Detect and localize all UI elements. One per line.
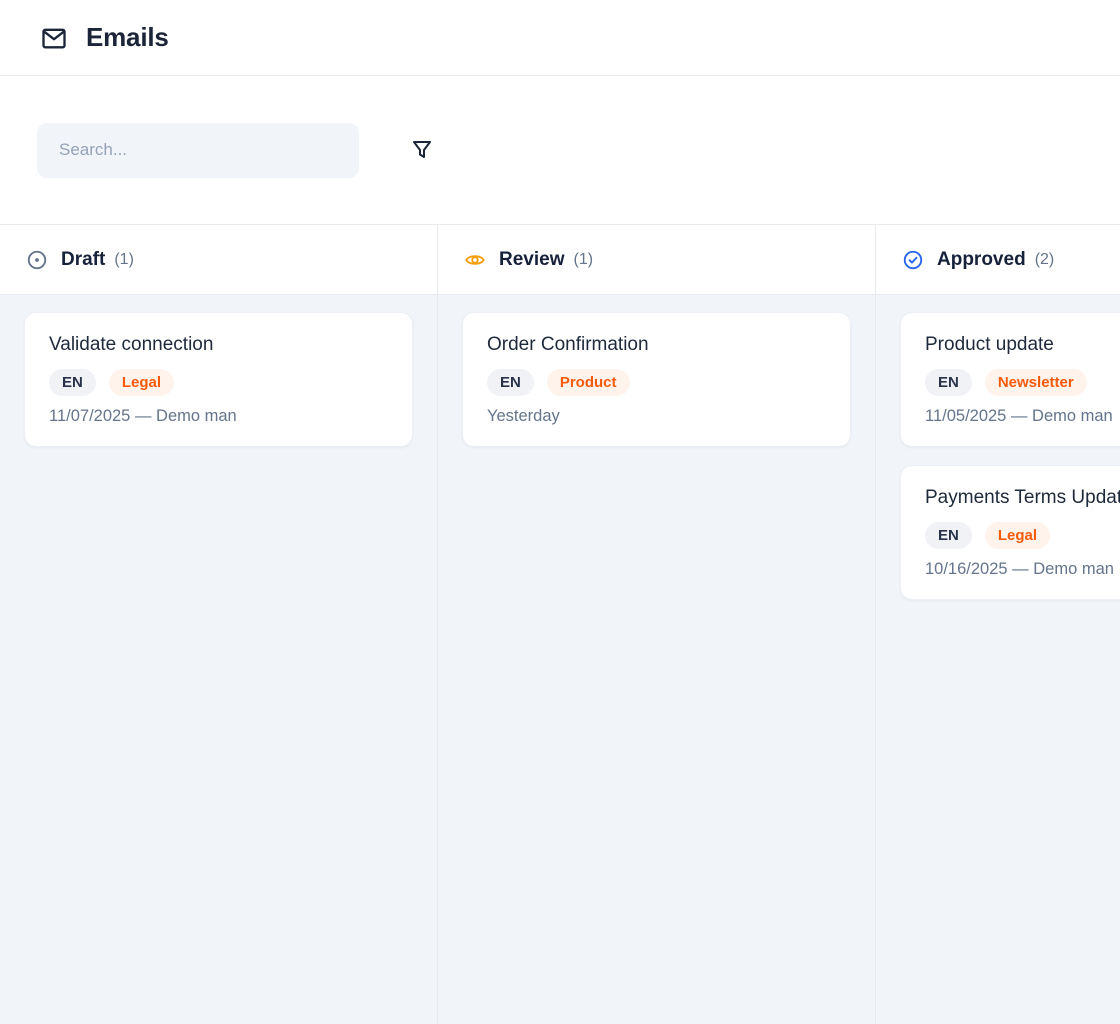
eye-icon xyxy=(464,249,486,271)
search-input[interactable] xyxy=(37,123,359,178)
column-label: Approved xyxy=(937,249,1026,271)
email-card[interactable]: Validate connection EN Legal 11/07/2025 … xyxy=(24,312,413,447)
card-title: Order Confirmation xyxy=(487,334,826,356)
filter-button[interactable] xyxy=(405,133,439,167)
filter-funnel-icon xyxy=(410,138,434,162)
check-circle-icon xyxy=(902,249,924,271)
column-label: Draft xyxy=(61,249,105,271)
category-badge: Legal xyxy=(109,369,174,396)
category-badge: Product xyxy=(547,369,630,396)
card-meta: 11/07/2025 — Demo man xyxy=(49,407,388,426)
language-badge: EN xyxy=(49,369,96,396)
column-body-review: Order Confirmation EN Product Yesterday xyxy=(438,295,875,1024)
category-badge: Legal xyxy=(985,522,1050,549)
kanban-board: Draft (1) Validate connection EN Legal 1… xyxy=(0,225,1120,1024)
card-meta: 10/16/2025 — Demo man xyxy=(925,560,1120,579)
card-title: Product update xyxy=(925,334,1120,356)
language-badge: EN xyxy=(487,369,534,396)
category-badge: Newsletter xyxy=(985,369,1087,396)
column-review: Review (1) Order Confirmation EN Product… xyxy=(438,225,876,1024)
mail-icon xyxy=(40,24,68,52)
column-body-approved: Product update EN Newsletter 11/05/2025 … xyxy=(876,295,1120,1024)
column-approved: Approved (2) Product update EN Newslette… xyxy=(876,225,1120,1024)
column-count: (1) xyxy=(114,251,134,269)
column-header-draft: Draft (1) xyxy=(0,225,437,295)
card-meta: Yesterday xyxy=(487,407,826,426)
page-header: Emails xyxy=(0,0,1120,76)
language-badge: EN xyxy=(925,369,972,396)
card-badges: EN Newsletter xyxy=(925,369,1120,396)
email-card[interactable]: Product update EN Newsletter 11/05/2025 … xyxy=(900,312,1120,447)
card-badges: EN Product xyxy=(487,369,826,396)
column-header-approved: Approved (2) xyxy=(876,225,1120,295)
card-badges: EN Legal xyxy=(49,369,388,396)
column-draft: Draft (1) Validate connection EN Legal 1… xyxy=(0,225,438,1024)
circle-dot-icon xyxy=(26,249,48,271)
toolbar xyxy=(0,76,1120,225)
column-label: Review xyxy=(499,249,564,271)
card-meta: 11/05/2025 — Demo man xyxy=(925,407,1120,426)
emails-page: Emails Draft (1) Validate connectio xyxy=(0,0,1120,1024)
page-title: Emails xyxy=(86,22,169,53)
column-header-review: Review (1) xyxy=(438,225,875,295)
column-count: (1) xyxy=(573,251,593,269)
email-card[interactable]: Order Confirmation EN Product Yesterday xyxy=(462,312,851,447)
card-title: Validate connection xyxy=(49,334,388,356)
email-card[interactable]: Payments Terms Update EN Legal 10/16/202… xyxy=(900,465,1120,600)
card-title: Payments Terms Update xyxy=(925,487,1120,509)
card-badges: EN Legal xyxy=(925,522,1120,549)
language-badge: EN xyxy=(925,522,972,549)
column-body-draft: Validate connection EN Legal 11/07/2025 … xyxy=(0,295,437,1024)
column-count: (2) xyxy=(1035,251,1055,269)
